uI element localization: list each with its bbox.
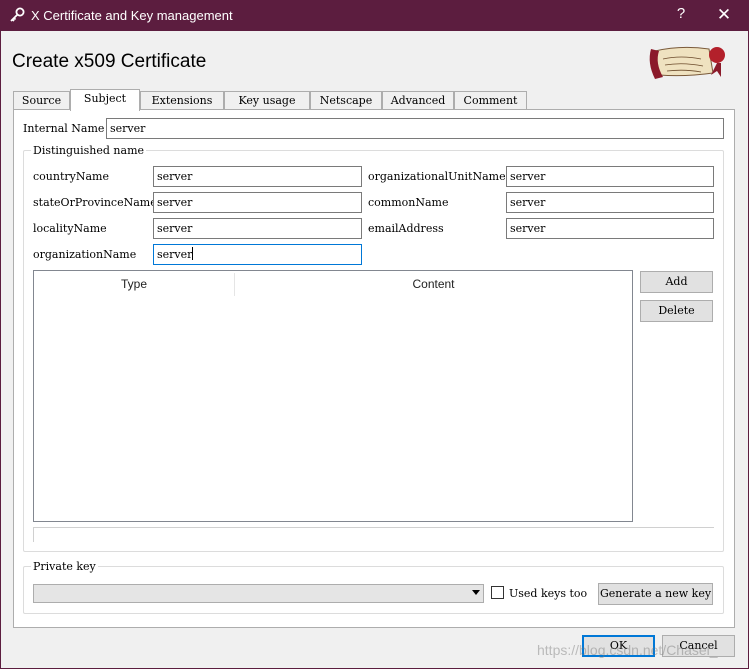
watermark-text: https://blog.csdn.net/Chasel_ — [537, 642, 718, 658]
country-name-label: countryName — [33, 170, 109, 183]
locality-label: localityName — [33, 222, 107, 235]
locality-input[interactable]: server — [153, 218, 362, 239]
tab-key-usage[interactable]: Key usage — [224, 91, 310, 110]
org-unit-label: organizationalUnitName — [368, 170, 506, 183]
private-key-select[interactable] — [33, 584, 484, 603]
organization-label: organizationName — [33, 248, 137, 261]
used-keys-checkbox[interactable] — [491, 586, 504, 599]
state-input[interactable]: server — [153, 192, 362, 213]
window-title: X Certificate and Key management — [31, 8, 233, 23]
tab-netscape[interactable]: Netscape — [310, 91, 382, 110]
text-caret — [192, 247, 194, 260]
help-button[interactable]: ? — [669, 5, 693, 25]
tab-subject[interactable]: Subject — [70, 89, 140, 111]
email-input[interactable]: server — [506, 218, 714, 239]
dn-entries-table[interactable]: Type Content — [33, 270, 633, 522]
add-entry-button[interactable]: Add — [640, 271, 713, 293]
delete-entry-button[interactable]: Delete — [640, 300, 713, 322]
key-icon — [10, 7, 25, 22]
common-name-label: commonName — [368, 196, 449, 209]
dialog-heading: Create x509 Certificate — [12, 51, 207, 72]
tab-source[interactable]: Source — [13, 91, 70, 110]
state-label: stateOrProvinceName — [33, 196, 157, 209]
private-key-title: Private key — [31, 560, 98, 573]
organization-value: server — [157, 248, 193, 261]
close-button[interactable]: ✕ — [711, 5, 737, 25]
title-bar: X Certificate and Key management ? ✕ — [0, 0, 749, 31]
column-header-type[interactable]: Type — [34, 272, 234, 297]
internal-name-input[interactable]: server — [106, 118, 724, 139]
used-keys-label[interactable]: Used keys too — [509, 587, 587, 600]
generate-key-button[interactable]: Generate a new key — [598, 583, 713, 605]
tab-advanced[interactable]: Advanced — [382, 91, 454, 110]
tab-comment[interactable]: Comment — [454, 91, 527, 110]
distinguished-name-title: Distinguished name — [31, 144, 147, 157]
horizontal-scrollbar[interactable] — [33, 527, 714, 542]
chevron-down-icon — [472, 590, 480, 595]
email-label: emailAddress — [368, 222, 444, 235]
organization-input[interactable]: server — [153, 244, 362, 265]
common-name-input[interactable]: server — [506, 192, 714, 213]
internal-name-label: Internal Name — [23, 122, 105, 135]
tab-extensions[interactable]: Extensions — [140, 91, 224, 110]
xca-logo-icon — [649, 46, 725, 79]
country-name-input[interactable]: server — [153, 166, 362, 187]
column-header-content[interactable]: Content — [235, 272, 632, 297]
org-unit-input[interactable]: server — [506, 166, 714, 187]
